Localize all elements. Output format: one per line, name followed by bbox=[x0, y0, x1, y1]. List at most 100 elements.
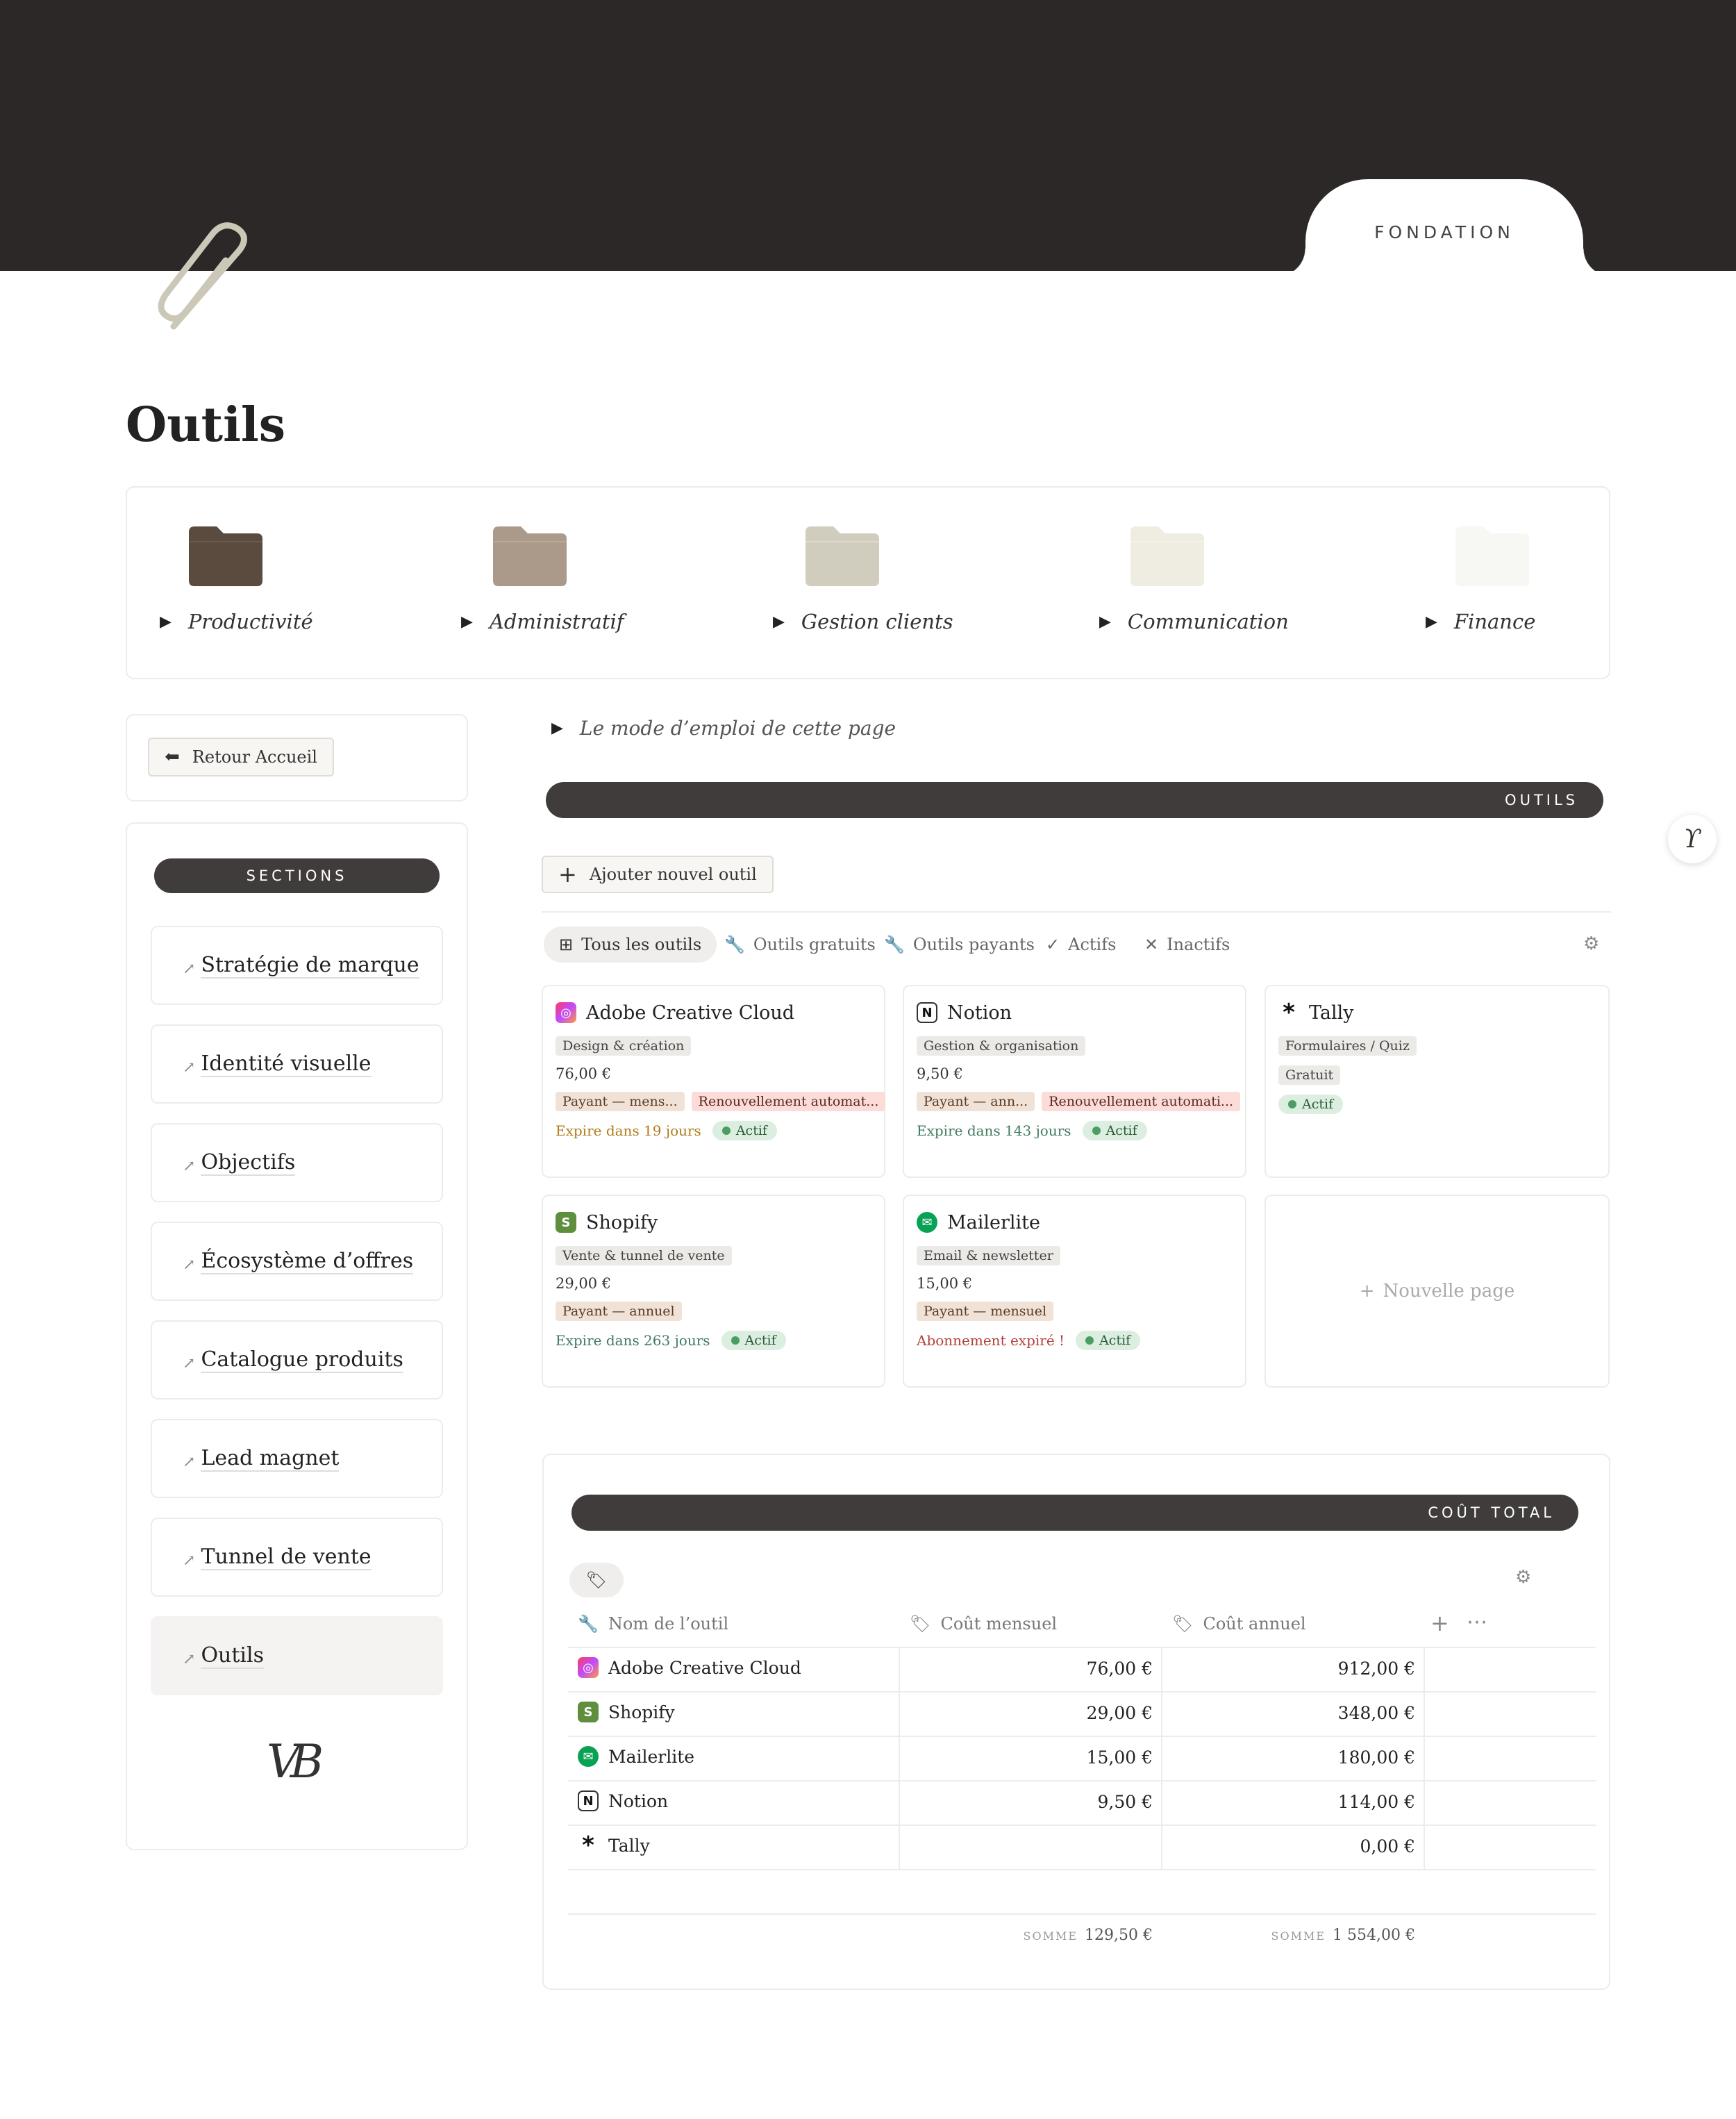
sidebar-item-strategie[interactable]: ↗ Stratégie de marque bbox=[151, 926, 443, 1005]
renewal-tag: Renouvellement automat... bbox=[691, 1092, 886, 1111]
assistant-button[interactable]: ϒ bbox=[1668, 815, 1717, 863]
add-column-icon[interactable]: + bbox=[1430, 1610, 1449, 1636]
usage-guide-toggle[interactable]: ▶ Le mode d’emploi de cette page bbox=[551, 717, 896, 740]
tab-all-tools[interactable]: ⊞ Tous les outils bbox=[544, 926, 717, 963]
check-icon: ✓ bbox=[1046, 935, 1060, 954]
folder-icon[interactable] bbox=[493, 526, 567, 589]
table-row[interactable]: * Tally bbox=[578, 1831, 650, 1859]
cost-total-header: COÛT TOTAL bbox=[571, 1495, 1578, 1531]
link-arrow-icon: ↗ bbox=[183, 1650, 196, 1668]
sidebar-item-lead-magnet[interactable]: ↗ Lead magnet bbox=[151, 1419, 443, 1498]
folder-gestion-clients[interactable]: ▶ Gestion clients bbox=[773, 610, 953, 633]
wrench-icon: 🔧 bbox=[884, 935, 905, 954]
sidebar-item-tunnel[interactable]: ↗ Tunnel de vente bbox=[151, 1518, 443, 1597]
category-tag: Gestion & organisation bbox=[917, 1036, 1086, 1056]
column-header-name[interactable]: 🔧 Nom de l’outil bbox=[578, 1614, 728, 1634]
link-arrow-icon: ↗ bbox=[183, 1552, 196, 1570]
sidebar-item-catalogue[interactable]: ↗ Catalogue produits bbox=[151, 1320, 443, 1399]
folder-icon[interactable] bbox=[1130, 526, 1204, 589]
arrow-left-icon: ⬅ bbox=[165, 747, 180, 767]
divider bbox=[568, 1869, 1596, 1870]
page-title: Outils bbox=[126, 397, 286, 453]
folder-icon[interactable] bbox=[189, 526, 262, 589]
tool-card-notion[interactable]: N Notion Gestion & organisation 9,50 € Pa… bbox=[903, 985, 1246, 1178]
assistant-icon: ϒ bbox=[1683, 824, 1701, 854]
expiry-text: Expire dans 19 jours bbox=[556, 1122, 701, 1139]
tag-icon: 🏷 bbox=[1172, 1614, 1194, 1634]
billing-tag: Payant — ann... bbox=[917, 1092, 1035, 1111]
category-tag: Design & création bbox=[556, 1036, 692, 1056]
price: 9,50 € bbox=[917, 1065, 963, 1082]
sidebar-item-outils[interactable]: ↗ Outils bbox=[151, 1616, 443, 1695]
table-row[interactable]: S Shopify bbox=[578, 1702, 675, 1722]
link-arrow-icon: ↗ bbox=[183, 960, 196, 978]
divider bbox=[568, 1736, 1596, 1737]
folder-icon[interactable] bbox=[806, 526, 879, 589]
notion-icon: N bbox=[578, 1790, 599, 1811]
asterisk-icon: * bbox=[582, 1831, 594, 1859]
tag-icon: 🏷 bbox=[910, 1614, 931, 1634]
annual-cost: 348,00 € bbox=[1337, 1703, 1415, 1723]
add-tool-button[interactable]: + Ajouter nouvel outil bbox=[542, 856, 774, 893]
tool-card-adobe[interactable]: ◎ Adobe Creative Cloud Design & création … bbox=[542, 985, 886, 1178]
monthly-cost: 9,50 € bbox=[1097, 1792, 1153, 1812]
divider bbox=[542, 911, 1611, 913]
folder-finance[interactable]: ▶ Finance bbox=[1426, 610, 1535, 633]
billing-tag: Payant — mens... bbox=[556, 1092, 685, 1111]
column-header-monthly[interactable]: 🏷 Coût mensuel bbox=[910, 1614, 1057, 1634]
divider bbox=[568, 1825, 1596, 1826]
toggle-triangle-icon[interactable]: ▶ bbox=[1099, 613, 1111, 631]
sidebar-item-identite[interactable]: ↗ Identité visuelle bbox=[151, 1024, 443, 1104]
monthly-cost: 76,00 € bbox=[1086, 1659, 1153, 1679]
tool-card-shopify[interactable]: S Shopify Vente & tunnel de vente 29,00 €… bbox=[542, 1195, 885, 1388]
column-header-annual[interactable]: 🏷 Coût annuel bbox=[1172, 1614, 1306, 1634]
table-settings-icon[interactable]: ⚙ bbox=[1515, 1567, 1531, 1588]
sidebar-item-objectifs[interactable]: ↗ Objectifs bbox=[151, 1123, 443, 1202]
toggle-triangle-icon[interactable]: ▶ bbox=[773, 613, 785, 631]
toggle-triangle-icon[interactable]: ▶ bbox=[1426, 613, 1437, 631]
status-badge: Actif bbox=[1082, 1121, 1147, 1140]
toggle-triangle-icon[interactable]: ▶ bbox=[160, 613, 172, 631]
column-divider bbox=[1424, 1647, 1425, 1869]
asterisk-icon: * bbox=[1283, 999, 1295, 1027]
toggle-triangle-icon[interactable]: ▶ bbox=[461, 613, 473, 631]
category-tag: Formulaires / Quiz bbox=[1278, 1036, 1417, 1056]
sum-annual: SOMME 1 554,00 € bbox=[1271, 1927, 1416, 1944]
tool-card-tally[interactable]: * Tally Formulaires / Quiz Gratuit Actif bbox=[1265, 985, 1610, 1178]
annual-cost: 180,00 € bbox=[1337, 1747, 1415, 1768]
folder-communication[interactable]: ▶ Communication bbox=[1099, 610, 1289, 633]
folder-productivite[interactable]: ▶ Productivité bbox=[160, 610, 313, 633]
grid-icon: ⊞ bbox=[559, 935, 574, 954]
divider bbox=[568, 1913, 1596, 1915]
tool-card-mailerlite[interactable]: ✉ Mailerlite Email & newsletter 15,00 € P… bbox=[903, 1195, 1246, 1388]
sections-header: SECTIONS bbox=[154, 858, 440, 893]
divider bbox=[568, 1691, 1596, 1693]
more-options-icon[interactable]: ⋯ bbox=[1467, 1610, 1487, 1634]
plus-icon: + bbox=[558, 861, 577, 888]
tab-active[interactable]: ✓ Actifs bbox=[1046, 935, 1116, 954]
folder-icon[interactable] bbox=[1455, 526, 1529, 589]
expiry-text: Abonnement expiré ! bbox=[917, 1332, 1065, 1349]
tab-free-tools[interactable]: 🔧 Outils gratuits bbox=[724, 935, 876, 954]
table-row[interactable]: ◎ Adobe Creative Cloud bbox=[578, 1657, 801, 1678]
filter-settings-icon[interactable]: ⚙ bbox=[1583, 933, 1599, 954]
tab-inactive[interactable]: ✕ Inactifs bbox=[1144, 935, 1230, 954]
annual-cost: 114,00 € bbox=[1337, 1792, 1415, 1812]
monthly-cost: 29,00 € bbox=[1086, 1703, 1153, 1723]
expiry-text: Expire dans 143 jours bbox=[917, 1122, 1071, 1139]
toggle-triangle-icon[interactable]: ▶ bbox=[551, 720, 563, 737]
new-page-card[interactable]: + Nouvelle page bbox=[1265, 1195, 1610, 1388]
table-row[interactable]: N Notion bbox=[578, 1790, 668, 1811]
back-home-button[interactable]: ⬅ Retour Accueil bbox=[148, 738, 334, 776]
sidebar-item-ecosysteme[interactable]: ↗ Écosystème d’offres bbox=[151, 1222, 443, 1301]
monthly-cost: 15,00 € bbox=[1086, 1747, 1153, 1768]
tab-paid-tools[interactable]: 🔧 Outils payants bbox=[884, 935, 1035, 954]
folder-administratif[interactable]: ▶ Administratif bbox=[461, 610, 624, 633]
tag-view-button[interactable]: 🏷 bbox=[569, 1563, 624, 1597]
annual-cost: 912,00 € bbox=[1337, 1659, 1415, 1679]
x-icon: ✕ bbox=[1144, 935, 1159, 954]
table-row[interactable]: ✉ Mailerlite bbox=[578, 1746, 694, 1767]
brand-logo: VB bbox=[267, 1735, 324, 1788]
notion-icon: N bbox=[917, 1002, 937, 1023]
link-arrow-icon: ↗ bbox=[183, 1256, 196, 1274]
